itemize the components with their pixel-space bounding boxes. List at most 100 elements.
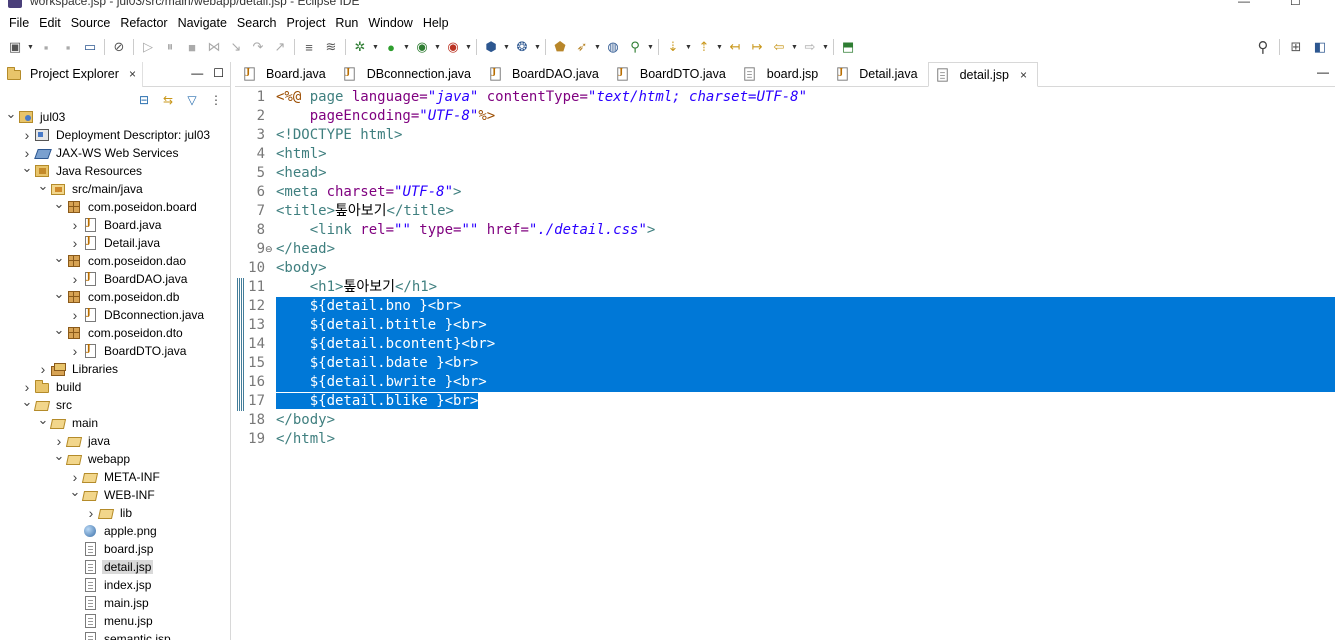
tree-item[interactable]: › java <box>0 432 230 450</box>
tree-item[interactable]: board.jsp <box>0 540 230 558</box>
tree-item[interactable]: apple.png <box>0 522 230 540</box>
tab-boarddao-java[interactable]: BoardDAO.java <box>481 62 609 86</box>
pin-editor-icon[interactable]: ⬒ <box>837 37 859 57</box>
terminate-icon[interactable]: ■ <box>181 37 203 57</box>
toggle-mark-occurrences-icon[interactable]: ≡ <box>298 37 320 57</box>
tree-item[interactable]: › Libraries <box>0 360 230 378</box>
chevron-right-icon[interactable]: › <box>86 504 96 522</box>
run-dropdown-icon[interactable]: ▼ <box>402 37 411 57</box>
step-into-icon[interactable]: ↘ <box>225 37 247 57</box>
open-type-icon[interactable]: ⬟ <box>549 37 571 57</box>
code-line[interactable]: <%@ page language="java" contentType="te… <box>276 88 1335 107</box>
code-lines[interactable]: <%@ page language="java" contentType="te… <box>276 88 1335 449</box>
menu-file[interactable]: File <box>4 16 34 30</box>
collapse-all-icon[interactable]: ⊟ <box>136 92 152 108</box>
web-browser-icon[interactable]: ◍ <box>602 37 624 57</box>
tree-item[interactable]: ⌄ src/main/java <box>0 177 230 198</box>
new-web-service-icon[interactable]: ❂ <box>511 37 533 57</box>
link-with-editor-icon[interactable]: ⇆ <box>160 92 176 108</box>
save-all-icon[interactable]: ▪ <box>57 37 79 57</box>
chevron-down-icon[interactable]: ⌄ <box>54 195 65 213</box>
tree-item[interactable]: ⌄ webapp <box>0 448 230 468</box>
code-line[interactable]: <link rel="" type="" href="./detail.css"… <box>276 221 1335 240</box>
external-tools-dropdown-icon[interactable]: ▼ <box>464 37 473 57</box>
new-dropdown-icon[interactable]: ▼ <box>26 37 35 57</box>
step-over-icon[interactable]: ↷ <box>247 37 269 57</box>
new-icon[interactable]: ▣ <box>4 37 26 57</box>
code-line[interactable]: <h1>톺아보기</h1> <box>276 278 1335 297</box>
disconnect-icon[interactable]: ⋈ <box>203 37 225 57</box>
skip-breakpoints-icon[interactable]: ⊘ <box>108 37 130 57</box>
tab-boarddto-java[interactable]: BoardDTO.java <box>608 62 736 86</box>
code-line[interactable]: </body> <box>276 411 1335 430</box>
minimize-editor-button[interactable]: — <box>1317 65 1329 79</box>
chevron-right-icon[interactable]: › <box>70 342 80 360</box>
tree-item[interactable]: ⌄ com.poseidon.dao <box>0 250 230 270</box>
close-icon[interactable]: × <box>129 67 136 81</box>
terminal-icon[interactable]: ▭ <box>79 37 101 57</box>
new-server-icon[interactable]: ⬢ <box>480 37 502 57</box>
coverage-icon[interactable]: ◉ <box>411 37 433 57</box>
previous-annotation-icon[interactable]: ⇡ <box>693 37 715 57</box>
save-icon[interactable]: ▪ <box>35 37 57 57</box>
open-perspective-icon[interactable]: ⊞ <box>1285 37 1307 57</box>
run-icon[interactable]: ● <box>380 37 402 57</box>
external-tools-icon[interactable]: ◉ <box>442 37 464 57</box>
forward-edit-icon[interactable]: ↦ <box>746 37 768 57</box>
tab-board-java[interactable]: Board.java <box>235 62 336 86</box>
code-line[interactable]: <meta charset="UTF-8"> <box>276 183 1335 202</box>
tree-item[interactable]: › build <box>0 378 230 396</box>
code-line[interactable]: ${detail.bdate }<br> <box>276 354 1335 373</box>
next-annotation-dropdown-icon[interactable]: ▼ <box>684 37 693 57</box>
code-line[interactable]: <title>톺아보기</title> <box>276 202 1335 221</box>
java-ee-perspective-icon[interactable]: ◧ <box>1309 37 1331 57</box>
search-toolbar-icon[interactable]: ⚲ <box>624 37 646 57</box>
tree-item[interactable]: › Deployment Descriptor: jul03 <box>0 126 230 144</box>
close-icon[interactable]: × <box>1020 68 1027 82</box>
code-line[interactable]: <head> <box>276 164 1335 183</box>
new-server-dropdown-icon[interactable]: ▼ <box>502 37 511 57</box>
tab-project-explorer[interactable]: Project Explorer × <box>0 62 143 87</box>
last-edit-location-icon[interactable]: ↤ <box>724 37 746 57</box>
step-return-icon[interactable]: ↗ <box>269 37 291 57</box>
forward-dropdown-icon[interactable]: ▼ <box>821 37 830 57</box>
tree-item[interactable]: › BoardDAO.java <box>0 270 230 288</box>
tab-board-jsp[interactable]: board.jsp <box>735 62 829 86</box>
tree-item[interactable]: › DBconnection.java <box>0 306 230 324</box>
toggle-breadcrumb-icon[interactable]: ≋ <box>320 37 342 57</box>
code-line[interactable]: ${detail.bno }<br> <box>276 297 1335 316</box>
tree-item[interactable]: ⌄ jul03 <box>0 105 230 126</box>
coverage-dropdown-icon[interactable]: ▼ <box>433 37 442 57</box>
tree-item[interactable]: ⌄ main <box>0 412 230 432</box>
tree-item[interactable]: › JAX-WS Web Services <box>0 144 230 162</box>
debug-dropdown-icon[interactable]: ▼ <box>371 37 380 57</box>
chevron-down-icon[interactable]: ⌄ <box>6 105 17 123</box>
chevron-right-icon[interactable]: › <box>70 234 80 252</box>
code-line[interactable]: ${detail.bcontent}<br> <box>276 335 1335 354</box>
tree-item[interactable]: › META-INF <box>0 468 230 486</box>
minimize-window-button[interactable]: — <box>1238 0 1250 8</box>
tree-item[interactable]: › Board.java <box>0 216 230 234</box>
tree-item[interactable]: semantic.jsp <box>0 630 230 640</box>
chevron-right-icon[interactable]: › <box>70 270 80 288</box>
code-line[interactable]: <html> <box>276 145 1335 164</box>
menu-window[interactable]: Window <box>363 16 417 30</box>
filter-icon[interactable]: ▽ <box>184 92 200 108</box>
tree-item[interactable]: detail.jsp <box>0 558 230 576</box>
resume-icon[interactable]: ▷ <box>137 37 159 57</box>
chevron-right-icon[interactable]: › <box>38 360 48 378</box>
tab-detail-java[interactable]: Detail.java <box>828 62 928 86</box>
minimize-view-button[interactable]: — <box>191 66 203 80</box>
tree-item[interactable]: ⌄ com.poseidon.board <box>0 195 230 216</box>
debug-icon[interactable]: ✲ <box>349 37 371 57</box>
menu-refactor[interactable]: Refactor <box>115 16 172 30</box>
next-annotation-icon[interactable]: ⇣ <box>662 37 684 57</box>
chevron-right-icon[interactable]: › <box>22 126 32 144</box>
tab-dbconnection-java[interactable]: DBconnection.java <box>335 62 481 86</box>
chevron-down-icon[interactable]: ⌄ <box>70 483 81 501</box>
code-line[interactable]: <!DOCTYPE html> <box>276 126 1335 145</box>
menu-source[interactable]: Source <box>66 16 116 30</box>
tree-item[interactable]: ⌄ Java Resources <box>0 160 230 180</box>
chevron-down-icon[interactable]: ⌄ <box>38 177 49 195</box>
tree-item[interactable]: ⌄ com.poseidon.dto <box>0 322 230 342</box>
